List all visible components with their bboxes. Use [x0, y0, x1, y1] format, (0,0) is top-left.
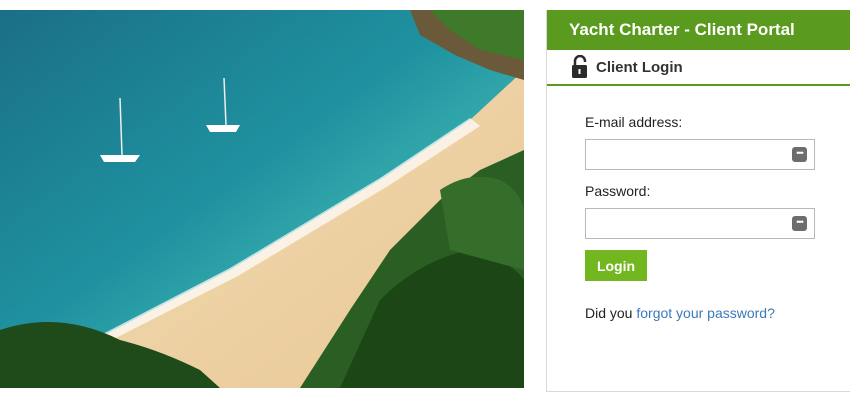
password-manager-icon[interactable]: •••: [792, 147, 807, 162]
email-field[interactable]: [590, 141, 794, 170]
login-button[interactable]: Login: [585, 250, 647, 281]
login-panel: Yacht Charter - Client Portal Client Log…: [546, 10, 850, 392]
login-form: E-mail address: ••• Password: ••• Login …: [547, 114, 850, 321]
password-label: Password:: [585, 183, 651, 199]
password-field-wrapper: •••: [585, 208, 815, 239]
email-label: E-mail address:: [585, 114, 683, 130]
hero-image: [0, 10, 524, 388]
forgot-password-link[interactable]: forgot your password?: [636, 305, 775, 321]
panel-title: Yacht Charter - Client Portal: [547, 10, 850, 50]
panel-subtitle: Client Login: [596, 58, 683, 76]
password-field[interactable]: [590, 210, 794, 239]
forgot-password-line: Did you forgot your password?: [585, 305, 850, 321]
beach-photo: [0, 10, 524, 388]
password-manager-icon[interactable]: •••: [792, 216, 807, 231]
panel-subtitle-row: Client Login: [547, 50, 850, 86]
forgot-prefix: Did you: [585, 305, 633, 321]
lock-icon: [572, 55, 587, 78]
email-field-wrapper: •••: [585, 139, 815, 170]
